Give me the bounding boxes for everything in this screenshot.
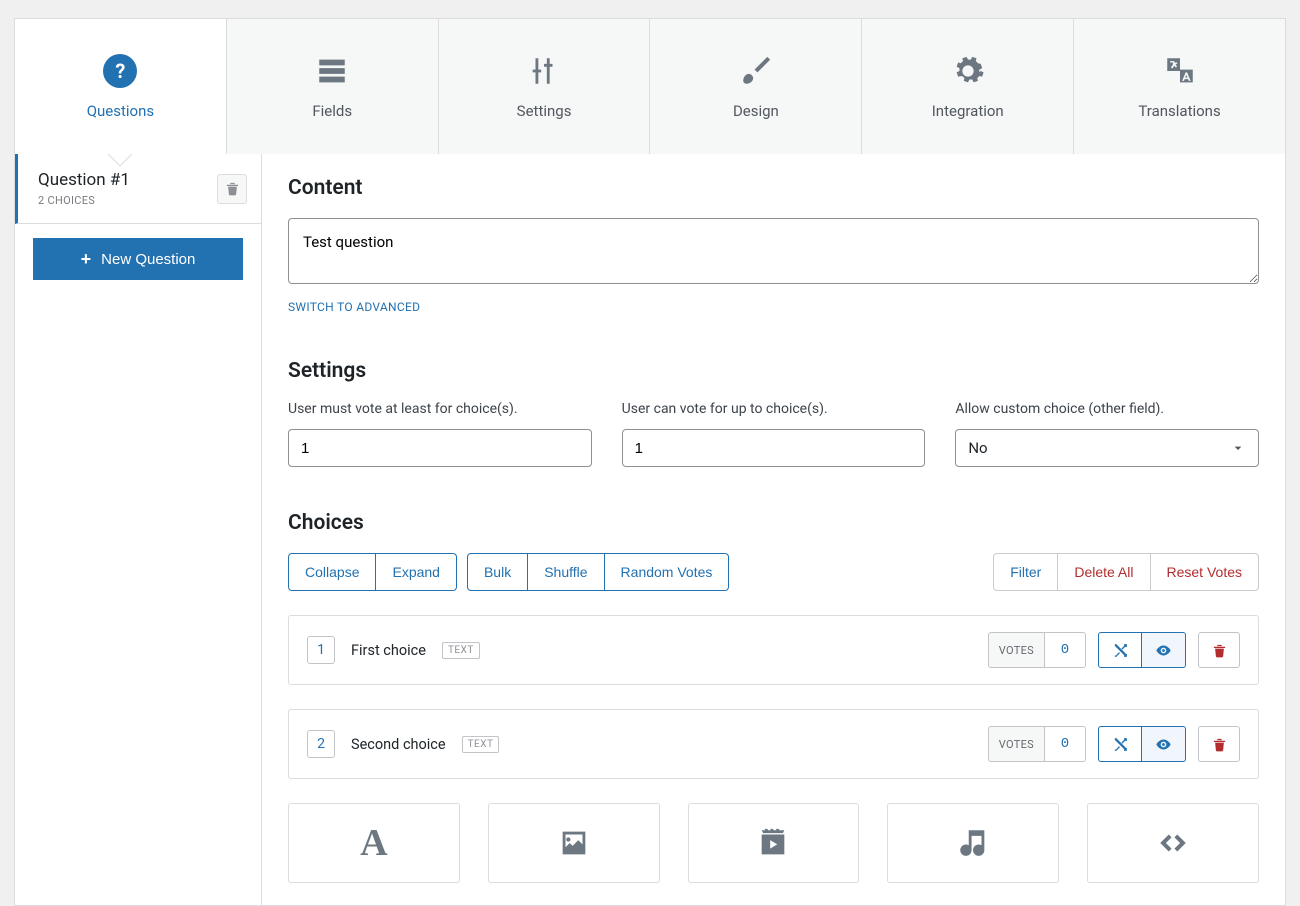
tab-label: Fields xyxy=(312,102,352,120)
custom-choice-value: No xyxy=(968,439,987,457)
settings-heading: Settings xyxy=(288,359,1259,383)
trash-icon xyxy=(1212,737,1227,752)
question-title: Question #1 xyxy=(38,170,130,190)
votes-value[interactable]: 0 xyxy=(1044,632,1086,668)
content-heading: Content xyxy=(288,176,1259,200)
tab-design[interactable]: Design xyxy=(650,18,862,154)
eye-icon xyxy=(1155,642,1172,659)
tab-questions[interactable]: ? Questions xyxy=(15,18,227,154)
filter-delete-group: Filter Delete All Reset Votes xyxy=(993,553,1259,591)
question-list-item[interactable]: Question #1 2 CHOICES xyxy=(15,154,261,224)
custom-choice-select[interactable]: No xyxy=(955,429,1259,467)
code-icon xyxy=(1156,826,1190,860)
votes-display: VOTES 0 xyxy=(988,632,1086,668)
bulk-actions-group: Bulk Shuffle Random Votes xyxy=(467,553,729,591)
text-icon: A xyxy=(360,821,387,865)
tab-label: Integration xyxy=(932,102,1004,120)
choice-label: Second choice xyxy=(351,736,446,753)
shuffle-choice-button[interactable] xyxy=(1098,726,1142,762)
shuffle-icon xyxy=(1112,642,1129,659)
choice-index: 2 xyxy=(307,730,335,758)
shuffle-icon xyxy=(1112,736,1129,753)
custom-choice-label: Allow custom choice (other field). xyxy=(955,401,1259,417)
preview-choice-button[interactable] xyxy=(1142,632,1186,668)
choices-heading: Choices xyxy=(288,511,1259,535)
tab-label: Questions xyxy=(87,102,154,120)
switch-to-advanced-link[interactable]: SWITCH TO ADVANCED xyxy=(288,300,420,314)
delete-choice-button[interactable] xyxy=(1198,726,1240,762)
choice-label: First choice xyxy=(351,642,426,659)
choice-row[interactable]: 1 First choice TEXT VOTES 0 xyxy=(288,615,1259,685)
votes-display: VOTES 0 xyxy=(988,726,1086,762)
new-question-label: New Question xyxy=(101,251,195,268)
new-question-button[interactable]: + New Question xyxy=(33,238,243,280)
gear-icon xyxy=(951,54,985,88)
add-html-choice-tile[interactable] xyxy=(1087,803,1259,883)
question-mark-icon: ? xyxy=(103,54,137,88)
max-votes-label: User can vote for up to choice(s). xyxy=(622,401,926,417)
question-subtitle: 2 CHOICES xyxy=(38,194,130,207)
add-text-choice-tile[interactable]: A xyxy=(288,803,460,883)
add-video-choice-tile[interactable] xyxy=(688,803,860,883)
add-image-choice-tile[interactable] xyxy=(488,803,660,883)
choice-type-badge: TEXT xyxy=(462,736,500,753)
tab-label: Translations xyxy=(1138,102,1220,120)
translate-icon xyxy=(1163,54,1197,88)
tab-settings[interactable]: Settings xyxy=(439,18,651,154)
sliders-icon xyxy=(527,54,561,88)
tab-integration[interactable]: Integration xyxy=(862,18,1074,154)
votes-label: VOTES xyxy=(988,726,1044,762)
expand-button[interactable]: Expand xyxy=(376,553,456,591)
votes-label: VOTES xyxy=(988,632,1044,668)
tab-translations[interactable]: Translations xyxy=(1074,18,1285,154)
delete-all-button[interactable]: Delete All xyxy=(1058,553,1150,591)
collapse-expand-group: Collapse Expand xyxy=(288,553,457,591)
choice-row[interactable]: 2 Second choice TEXT VOTES 0 xyxy=(288,709,1259,779)
collapse-button[interactable]: Collapse xyxy=(288,553,376,591)
reset-votes-button[interactable]: Reset Votes xyxy=(1151,553,1260,591)
tab-label: Settings xyxy=(517,102,572,120)
delete-question-button[interactable] xyxy=(217,174,247,204)
bulk-button[interactable]: Bulk xyxy=(467,553,528,591)
random-votes-button[interactable]: Random Votes xyxy=(605,553,730,591)
fields-icon xyxy=(315,54,349,88)
chevron-down-icon xyxy=(1230,440,1246,456)
trash-icon xyxy=(1212,643,1227,658)
min-votes-label: User must vote at least for choice(s). xyxy=(288,401,592,417)
tab-fields[interactable]: Fields xyxy=(227,18,439,154)
trash-icon xyxy=(225,181,240,196)
delete-choice-button[interactable] xyxy=(1198,632,1240,668)
filter-button[interactable]: Filter xyxy=(993,553,1058,591)
choice-index: 1 xyxy=(307,636,335,664)
min-votes-input[interactable] xyxy=(288,429,592,467)
tab-label: Design xyxy=(733,102,779,120)
music-icon xyxy=(956,826,990,860)
shuffle-button[interactable]: Shuffle xyxy=(528,553,604,591)
question-content-input[interactable] xyxy=(288,218,1259,284)
image-icon xyxy=(557,826,591,860)
shuffle-choice-button[interactable] xyxy=(1098,632,1142,668)
choice-type-badge: TEXT xyxy=(442,642,480,659)
votes-value[interactable]: 0 xyxy=(1044,726,1086,762)
add-audio-choice-tile[interactable] xyxy=(887,803,1059,883)
video-icon xyxy=(756,826,790,860)
eye-icon xyxy=(1155,736,1172,753)
plus-icon: + xyxy=(81,249,92,270)
brush-icon xyxy=(739,54,773,88)
questions-sidebar: Question #1 2 CHOICES + New Question xyxy=(15,154,262,905)
main-tabs: ? Questions Fields Settings Design Integ… xyxy=(15,18,1285,154)
max-votes-input[interactable] xyxy=(622,429,926,467)
preview-choice-button[interactable] xyxy=(1142,726,1186,762)
